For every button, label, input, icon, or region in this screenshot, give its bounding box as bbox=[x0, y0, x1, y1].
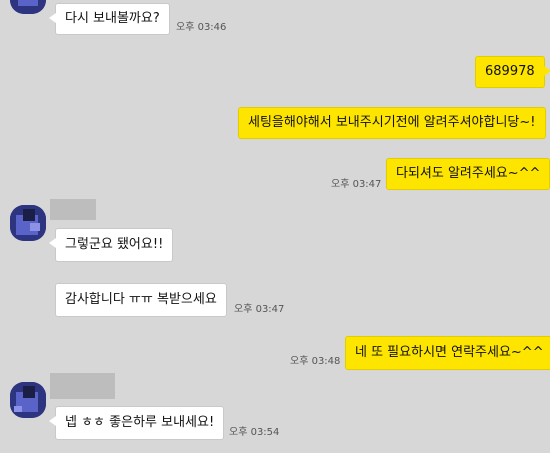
message-text: 다시 보내볼까요? bbox=[65, 11, 160, 26]
avatar-icon[interactable] bbox=[10, 382, 46, 418]
sender-name-blurred bbox=[50, 373, 115, 399]
message-bubble-incoming[interactable]: 다시 보내볼까요? bbox=[49, 3, 170, 35]
message-bubble-outgoing[interactable]: 네 또 필요하시면 연락주세요~^^ bbox=[345, 336, 550, 370]
message-time: 오후 03:47 bbox=[331, 179, 382, 190]
message-time: 오후 03:48 bbox=[290, 356, 341, 367]
avatar-icon[interactable] bbox=[10, 0, 46, 14]
message-time: 오후 03:46 bbox=[176, 22, 227, 33]
message-bubble-outgoing[interactable]: 689978 bbox=[475, 56, 550, 88]
message-bubble-incoming[interactable]: 넵 ㅎㅎ 좋은하루 보내세요! bbox=[48, 406, 225, 440]
message-bubble-incoming[interactable]: 감사합니다 ㅠㅠ 복받으세요 bbox=[55, 283, 227, 317]
message-text: 689978 bbox=[485, 64, 535, 79]
message-time: 오후 03:47 bbox=[234, 304, 285, 315]
message-text: 세팅을해야해서 보내주시기전에 알려주셔야합니당~! bbox=[248, 115, 536, 130]
message-bubble-outgoing[interactable]: 세팅을해야해서 보내주시기전에 알려주셔야합니당~! bbox=[238, 107, 546, 139]
message-text: 넵 ㅎㅎ 좋은하루 보내세요! bbox=[65, 415, 215, 430]
message-text: 감사합니다 ㅠㅠ 복받으세요 bbox=[65, 292, 217, 307]
message-bubble-outgoing[interactable]: 다되셔도 알려주세요~^^ bbox=[386, 158, 550, 190]
message-time: 오후 03:54 bbox=[229, 427, 280, 438]
message-text: 그렇군요 됐어요!! bbox=[65, 237, 164, 252]
message-text: 네 또 필요하시면 연락주세요~^^ bbox=[355, 345, 544, 360]
sender-name-blurred bbox=[50, 199, 96, 220]
message-bubble-incoming[interactable]: 그렇군요 됐어요!! bbox=[48, 228, 174, 262]
message-text: 다되셔도 알려주세요~^^ bbox=[396, 166, 541, 181]
avatar-icon[interactable] bbox=[10, 205, 46, 241]
